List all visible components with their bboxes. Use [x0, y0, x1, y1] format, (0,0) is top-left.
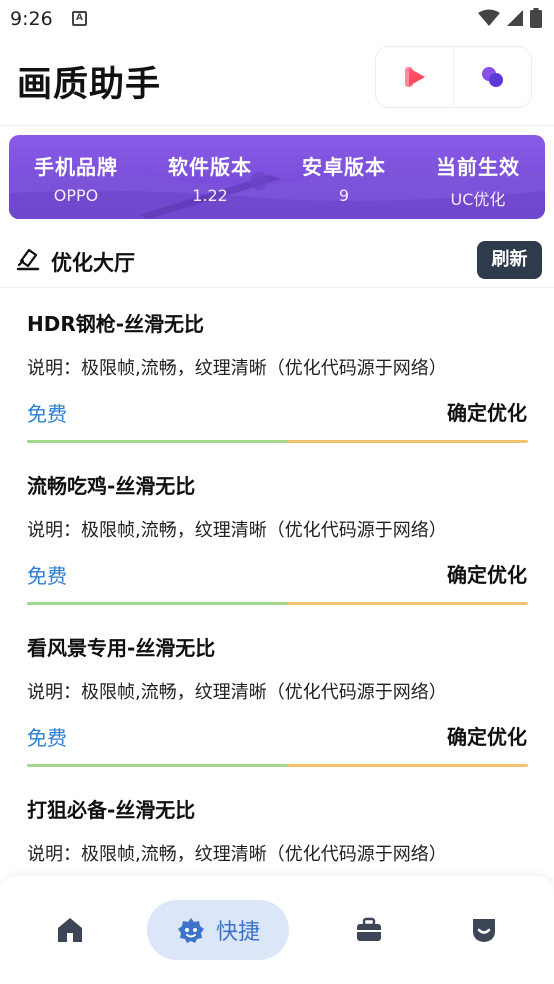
battery-icon	[530, 8, 542, 28]
nav-quick[interactable]: 快捷	[147, 900, 289, 960]
eraser-icon	[16, 248, 40, 271]
list-item[interactable]: HDR钢枪-丝滑无比 说明：极限帧,流畅，纹理清晰（优化代码源于网络） 免费 确…	[0, 290, 554, 452]
item-description: 说明：极限帧,流畅，纹理清晰（优化代码源于网络）	[27, 520, 447, 541]
item-description: 说明：极限帧,流畅，纹理清晰（优化代码源于网络）	[27, 358, 447, 379]
video-button[interactable]	[376, 47, 453, 107]
apply-button[interactable]: 确定优化	[447, 559, 527, 588]
info-app-version: 软件版本 1.22	[143, 135, 277, 219]
page-title: 画质助手	[17, 65, 162, 105]
status-bar: 9:26 A	[0, 0, 554, 38]
item-title: HDR钢枪-丝滑无比	[27, 312, 205, 336]
price-label: 免费	[27, 726, 67, 750]
item-title: 看风景专用-丝滑无比	[27, 636, 216, 660]
optimization-list: HDR钢枪-丝滑无比 说明：极限帧,流畅，纹理清晰（优化代码源于网络） 免费 确…	[0, 290, 554, 938]
theme-button[interactable]	[453, 47, 531, 107]
item-description: 说明：极限帧,流畅，纹理清晰（优化代码源于网络）	[27, 682, 447, 703]
device-info-banner: 手机品牌 OPPO 软件版本 1.22 安卓版本 9 当前生效 UC优化	[9, 135, 545, 219]
screen: 9:26 A 画质助手 手机品牌 OPPO 软件版本 1.22 安卓版本 9 当…	[0, 0, 554, 984]
wifi-icon	[478, 9, 500, 26]
header-actions	[375, 46, 532, 108]
refresh-button[interactable]: 刷新	[477, 241, 542, 279]
section-header: 优化大厅 刷新	[0, 232, 554, 288]
info-value: 1.22	[192, 186, 228, 205]
nav-profile[interactable]	[454, 900, 514, 960]
item-title: 打狙必备-丝滑无比	[27, 798, 196, 822]
item-description: 说明：极限帧,流畅，纹理清晰（优化代码源于网络）	[27, 844, 447, 865]
status-time: 9:26	[10, 8, 53, 30]
signal-icon	[507, 10, 523, 26]
bottom-nav: 快捷	[0, 876, 554, 984]
briefcase-icon	[357, 917, 381, 941]
nav-toolbox[interactable]	[339, 900, 399, 960]
home-icon	[58, 918, 82, 942]
info-active-profile: 当前生效 UC优化	[411, 135, 545, 219]
info-value: OPPO	[53, 186, 99, 205]
info-label: 软件版本	[168, 155, 252, 179]
apply-button[interactable]: 确定优化	[447, 721, 527, 750]
device-info-columns: 手机品牌 OPPO 软件版本 1.22 安卓版本 9 当前生效 UC优化	[9, 135, 545, 219]
list-item[interactable]: 看风景专用-丝滑无比 说明：极限帧,流畅，纹理清晰（优化代码源于网络） 免费 确…	[0, 614, 554, 776]
app-header: 画质助手	[0, 38, 554, 126]
apply-button[interactable]: 确定优化	[447, 397, 527, 426]
divider-bar	[27, 602, 528, 605]
info-value: UC优化	[450, 190, 506, 209]
divider-bar	[27, 764, 528, 767]
quick-icon	[177, 918, 204, 943]
info-label: 当前生效	[436, 155, 520, 179]
notification-icon: A	[72, 11, 87, 26]
info-android-version: 安卓版本 9	[277, 135, 411, 219]
info-brand: 手机品牌 OPPO	[9, 135, 143, 219]
bubbles-icon	[481, 67, 503, 87]
divider-bar	[27, 440, 528, 443]
section-title: 优化大厅	[51, 251, 135, 275]
price-label: 免费	[27, 564, 67, 588]
info-label: 安卓版本	[302, 155, 386, 179]
item-title: 流畅吃鸡-丝滑无比	[27, 474, 196, 498]
list-item[interactable]: 流畅吃鸡-丝滑无比 说明：极限帧,流畅，纹理清晰（优化代码源于网络） 免费 确定…	[0, 452, 554, 614]
info-value: 9	[338, 186, 350, 205]
nav-home[interactable]	[40, 900, 100, 960]
shield-icon	[473, 919, 495, 942]
status-indicators	[478, 8, 542, 28]
price-label: 免费	[27, 402, 67, 426]
play-icon	[404, 67, 425, 87]
info-label: 手机品牌	[34, 155, 118, 179]
nav-quick-label: 快捷	[215, 920, 260, 945]
